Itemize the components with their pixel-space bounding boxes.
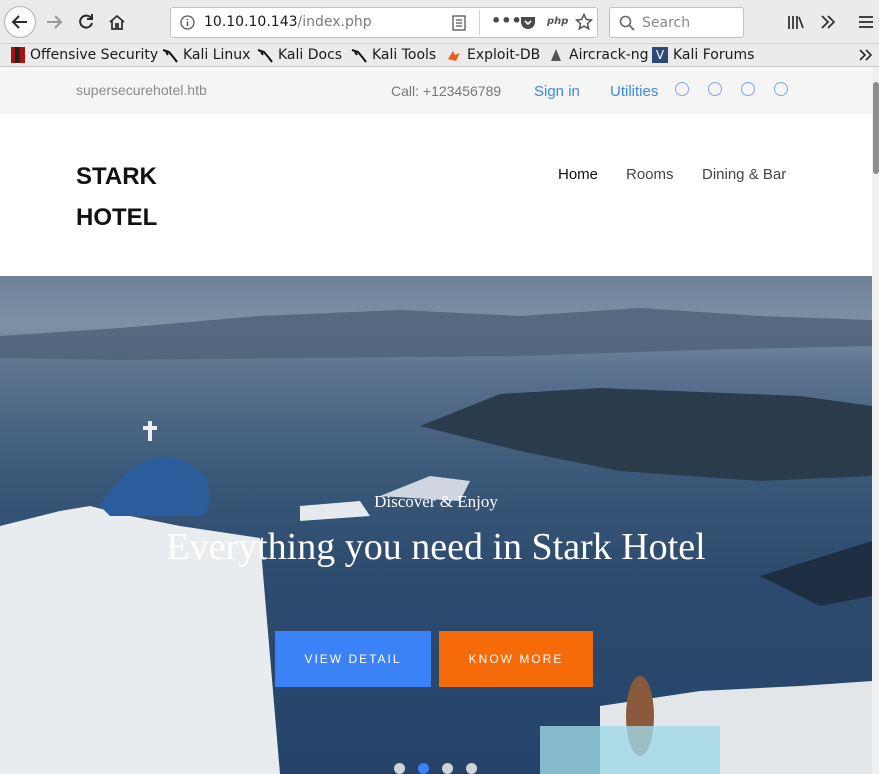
pocket-icon[interactable]: [520, 15, 536, 34]
bookmark-label: Kali Tools: [372, 47, 437, 63]
reload-button[interactable]: [70, 6, 102, 38]
linkedin-icon[interactable]: [741, 82, 755, 96]
hamburger-menu-button[interactable]: [852, 6, 879, 38]
logo-line-1: STARK: [76, 163, 157, 190]
home-icon: [109, 14, 125, 30]
bookmark-kali-forums[interactable]: V Kali Forums: [652, 45, 754, 65]
reload-icon: [79, 14, 93, 29]
kali-dragon-icon: [162, 49, 178, 63]
bookmark-label: Offensive Security: [30, 47, 159, 63]
slider-dot[interactable]: [442, 763, 453, 774]
library-icon: [788, 16, 804, 29]
overflow-menu-button[interactable]: [812, 6, 844, 38]
bookmark-label: Kali Forums: [673, 47, 755, 63]
hero-title: Everything you need in Stark Hotel: [166, 526, 706, 568]
nav-dining-bar[interactable]: Dining & Bar: [702, 166, 786, 183]
search-icon: [619, 15, 635, 35]
home-button[interactable]: [101, 6, 133, 38]
hero-tagline: Discover & Enjoy: [374, 492, 498, 511]
twitter-icon[interactable]: [675, 82, 689, 96]
kali-dragon-icon: [351, 49, 367, 63]
bookmark-star-icon[interactable]: [574, 12, 594, 35]
facebook-icon[interactable]: [708, 82, 722, 96]
know-more-button[interactable]: KNOW MORE: [439, 631, 593, 687]
slider-dot[interactable]: [394, 763, 405, 774]
kali-dragon-icon: [257, 49, 273, 63]
slider-dot[interactable]: [466, 763, 477, 774]
utilities-link[interactable]: Utilities: [610, 83, 658, 100]
back-arrow-icon: [11, 15, 27, 29]
browser-toolbar: 10.10.10.143/index.php ••• php Search: [0, 0, 879, 44]
reader-view-icon[interactable]: [452, 15, 466, 35]
url-bar[interactable]: 10.10.10.143/index.php ••• php: [170, 7, 598, 38]
offsec-icon: [11, 47, 25, 63]
page-actions-icon[interactable]: •••: [491, 11, 522, 30]
logo-line-2: HOTEL: [76, 204, 158, 231]
double-chevron-icon: [859, 49, 873, 61]
library-button[interactable]: [780, 6, 812, 38]
url-divider: [479, 10, 480, 35]
site-domain: supersecurehotel.htb: [76, 82, 207, 98]
bookmark-label: Kali Linux: [183, 47, 251, 63]
call-number: Call: +123456789: [391, 83, 502, 99]
bookmark-label: Aircrack-ng: [569, 47, 649, 63]
site-header: STARK HOTEL Home Rooms Dining & Bar: [0, 114, 872, 276]
url-host: 10.10.10.143: [204, 14, 298, 30]
site-topbar: supersecurehotel.htb Call: +123456789 Si…: [0, 67, 872, 114]
url-path: /index.php: [297, 14, 372, 30]
bookmark-aircrack-ng[interactable]: Aircrack-ng: [548, 45, 649, 65]
url-text[interactable]: 10.10.10.143/index.php: [204, 14, 372, 30]
back-button[interactable]: [4, 6, 36, 38]
bookmark-label: Exploit-DB: [467, 47, 541, 63]
dribbble-icon[interactable]: [774, 82, 788, 96]
site-logo[interactable]: STARK HOTEL: [76, 156, 157, 238]
slider-dot-active[interactable]: [418, 763, 429, 774]
forward-button[interactable]: [38, 6, 70, 38]
hamburger-icon: [859, 16, 873, 28]
kali-forums-icon: V: [652, 47, 668, 63]
bookmark-kali-tools[interactable]: Kali Tools: [351, 45, 436, 65]
bookmarks-toolbar: Offensive Security Kali Linux Kali Docs …: [0, 44, 879, 67]
sign-in-link[interactable]: Sign in: [534, 83, 580, 100]
bookmark-label: Kali Docs: [278, 47, 343, 63]
aircrack-icon: [551, 49, 561, 61]
scrollbar-thumb[interactable]: [873, 82, 879, 174]
web-page: supersecurehotel.htb Call: +123456789 Si…: [0, 67, 872, 774]
bookmarks-overflow-button[interactable]: [858, 45, 874, 65]
nav-rooms[interactable]: Rooms: [626, 166, 674, 183]
php-icon[interactable]: php: [547, 16, 568, 27]
exploitdb-icon: [448, 51, 460, 61]
bookmark-kali-linux[interactable]: Kali Linux: [162, 45, 250, 65]
hero-slider: Discover & Enjoy Everything you need in …: [0, 276, 872, 774]
double-chevron-icon: [821, 15, 836, 29]
view-detail-button[interactable]: VIEW DETAIL: [275, 631, 431, 687]
bookmark-exploit-db[interactable]: Exploit-DB: [446, 45, 540, 65]
info-icon[interactable]: [180, 15, 195, 34]
forward-arrow-icon: [47, 15, 63, 29]
bookmark-offensive-security[interactable]: Offensive Security: [11, 45, 158, 65]
nav-home[interactable]: Home: [558, 166, 598, 183]
search-bar[interactable]: Search: [609, 7, 744, 38]
bookmark-kali-docs[interactable]: Kali Docs: [257, 45, 342, 65]
search-placeholder: Search: [642, 15, 691, 31]
page-scrollbar[interactable]: [872, 67, 879, 774]
